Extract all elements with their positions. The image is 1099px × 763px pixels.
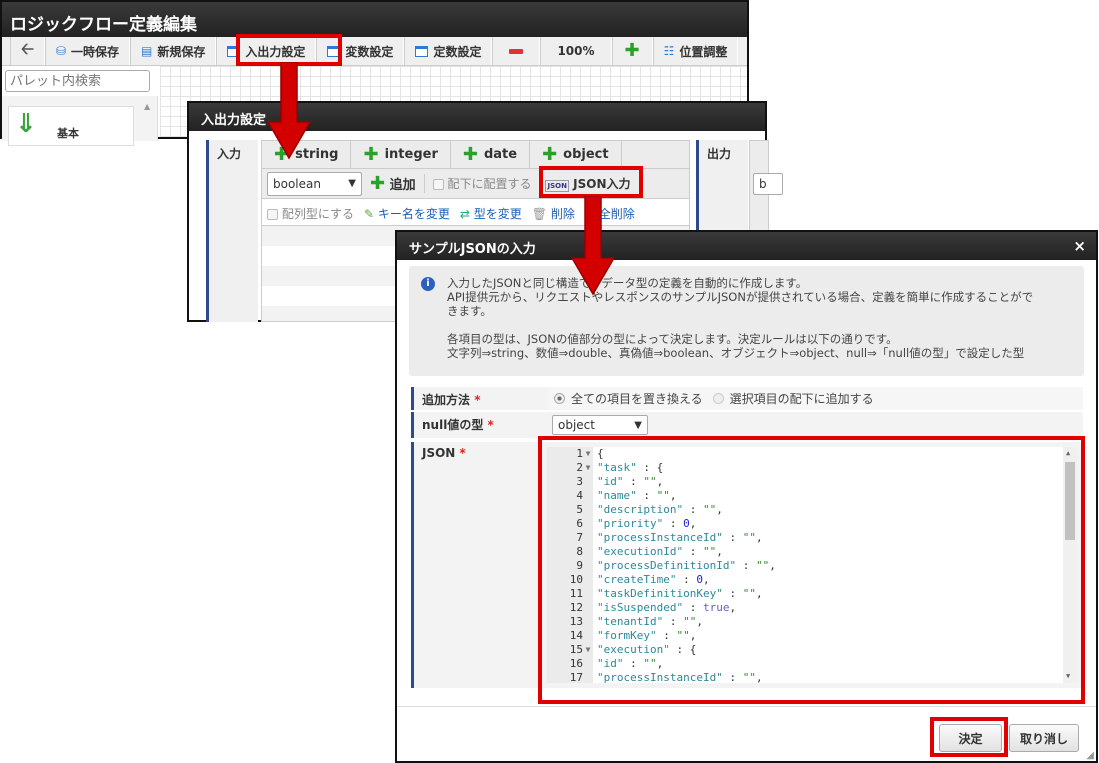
array-type-label: 配列型にする — [281, 206, 354, 221]
input-label: 入力 — [206, 140, 258, 322]
radio-label: 全ての項目を置き換える — [571, 392, 703, 406]
add-object-tab[interactable]: ✚ object — [530, 141, 622, 168]
arrow-down-icon — [570, 196, 616, 296]
const-settings-button[interactable]: 定数設定 — [404, 37, 493, 65]
checkbox[interactable] — [267, 208, 278, 220]
window-icon — [415, 45, 429, 57]
add-method-label: 追加方法 * — [411, 387, 543, 410]
info-icon: i — [421, 277, 435, 291]
palette-panel: ⇓ 基本 ▲ — [2, 96, 158, 146]
position-adjust-label: 位置調整 — [679, 44, 728, 59]
resize-handle-icon[interactable]: ◢ — [1086, 750, 1094, 761]
add-method-row: 追加方法 * 全ての項目を置き換える 選択項目の配下に追加する — [411, 387, 1083, 410]
palette-item-label: 基本 — [57, 127, 79, 140]
type-select-value: boolean — [273, 176, 321, 191]
required-mark: * — [459, 446, 466, 460]
rename-key-link[interactable]: ✎ キー名を変更 — [364, 205, 450, 222]
label-text: 追加方法 — [422, 393, 471, 407]
checkbox[interactable] — [432, 179, 444, 190]
place-under-label: 配下に配置する — [447, 177, 532, 191]
add-label: 追加 — [389, 178, 416, 193]
save-new-label: 新規保存 — [157, 44, 206, 59]
dialog-title-text: サンプルJSONの入力 — [409, 242, 536, 257]
back-button[interactable]: 🡠 — [10, 37, 45, 65]
highlight-json-editor — [538, 436, 1085, 704]
position-adjust-button[interactable]: ☷ 位置調整 — [652, 37, 739, 65]
place-under-checkbox[interactable]: 配下に配置する — [432, 175, 532, 192]
null-type-row: null値の型 * object ▼ — [411, 412, 1083, 438]
change-type-link[interactable]: ⇄ 型を変更 — [460, 205, 522, 222]
var-settings-label: 変数設定 — [345, 44, 394, 59]
footer-divider — [397, 706, 1096, 707]
cancel-button[interactable]: 取り消し — [1009, 724, 1079, 752]
required-mark: * — [487, 418, 494, 432]
save-temp-label: 一時保存 — [71, 44, 120, 59]
null-type-value: object — [558, 418, 595, 432]
add-date-tab[interactable]: ✚ date — [451, 141, 531, 168]
tab-label: object — [563, 147, 609, 162]
minus-icon — [509, 48, 524, 54]
change-type-label: 型を変更 — [473, 206, 522, 221]
tab-label: date — [483, 147, 518, 162]
info-line: API提供元から、リクエストやレスポンスのサンプルJSONが提供されている場合、… — [447, 290, 1034, 304]
dropdown-arrow-icon: ▼ — [634, 419, 642, 431]
highlight-ok-button — [930, 717, 1008, 757]
info-line: 文字列⇒string、数値⇒double、真偽値⇒boolean、オブジェクト⇒… — [447, 346, 1025, 360]
toolbar: 🡠 ⛁ 一時保存 ▤ 新規保存 入出力設定 変数設定 定数設定 100% ✚ ☷ 位置… — [2, 37, 747, 66]
json-label: JSON * — [411, 442, 543, 688]
plus-icon: ✚ — [542, 143, 558, 165]
plus-icon: ✚ — [370, 173, 386, 194]
dropdown-arrow-icon: ▼ — [348, 178, 356, 189]
info-line: きます。 — [447, 304, 492, 318]
trash-icon: 🗑 — [531, 206, 547, 221]
save-icon: ⛁ — [55, 44, 67, 58]
radio-label: 選択項目の配下に追加する — [729, 392, 874, 406]
scroll-up-icon[interactable]: ▲ — [144, 102, 150, 111]
tab-label: integer — [384, 147, 438, 162]
close-icon[interactable]: × — [1073, 237, 1086, 255]
add-integer-tab[interactable]: ✚ integer — [351, 141, 451, 168]
label-text: null値の型 — [422, 418, 484, 432]
info-line: 各項目の型は、JSONの値部分の型によって決定します。決定ルールは以下の通りです… — [447, 332, 898, 346]
radio-add-under-selected[interactable] — [712, 393, 724, 404]
delete-link[interactable]: 🗑 削除 — [532, 205, 575, 222]
save-new-icon: ▤ — [141, 44, 153, 58]
rename-key-label: キー名を変更 — [377, 206, 450, 221]
align-icon: ☷ — [663, 44, 675, 58]
array-type-checkbox[interactable]: 配列型にする — [267, 205, 354, 222]
swap-icon: ⇄ — [459, 206, 470, 221]
dialog-title: サンプルJSONの入力 × — [397, 232, 1096, 260]
plus-icon: ✚ — [363, 143, 379, 165]
const-settings-label: 定数設定 — [433, 44, 482, 59]
type-select[interactable]: boolean ▼ — [267, 171, 362, 196]
palette-item-basic[interactable]: ⇓ 基本 — [8, 106, 134, 146]
palette-search-input[interactable] — [5, 70, 150, 92]
label-text: JSON — [422, 446, 456, 460]
output-type-select[interactable]: b — [753, 173, 783, 195]
required-mark: * — [474, 393, 481, 407]
output-select-value: b — [759, 177, 767, 191]
info-box: i 入力したJSONと同じ構造で、データ型の定義を自動的に作成します。 API提… — [409, 266, 1084, 376]
add-button[interactable]: ✚ 追加 — [370, 174, 425, 193]
null-type-label: null値の型 * — [411, 412, 543, 438]
plus-icon: ✚ — [462, 143, 478, 165]
save-new-button[interactable]: ▤ 新規保存 — [130, 37, 217, 65]
zoom-out-button[interactable] — [492, 37, 541, 65]
zoom-in-button[interactable]: ✚ — [611, 37, 653, 65]
window-title: ロジックフロー定義編集 — [2, 2, 747, 37]
zoom-level: 100% — [540, 37, 612, 65]
save-temp-button[interactable]: ⛁ 一時保存 — [44, 37, 131, 65]
radio-replace-all[interactable] — [554, 393, 565, 404]
arrow-down-icon: ⇓ — [15, 109, 37, 139]
highlight-json-input — [539, 166, 643, 198]
plus-icon: ✚ — [624, 40, 640, 61]
info-line: 入力したJSONと同じ構造で、データ型の定義を自動的に作成します。 — [447, 276, 808, 290]
arrow-down-icon — [266, 62, 312, 160]
pencil-icon: ✎ — [363, 206, 375, 221]
null-type-select[interactable]: object ▼ — [552, 415, 648, 435]
arrow-left-icon: 🡠 — [21, 38, 34, 58]
